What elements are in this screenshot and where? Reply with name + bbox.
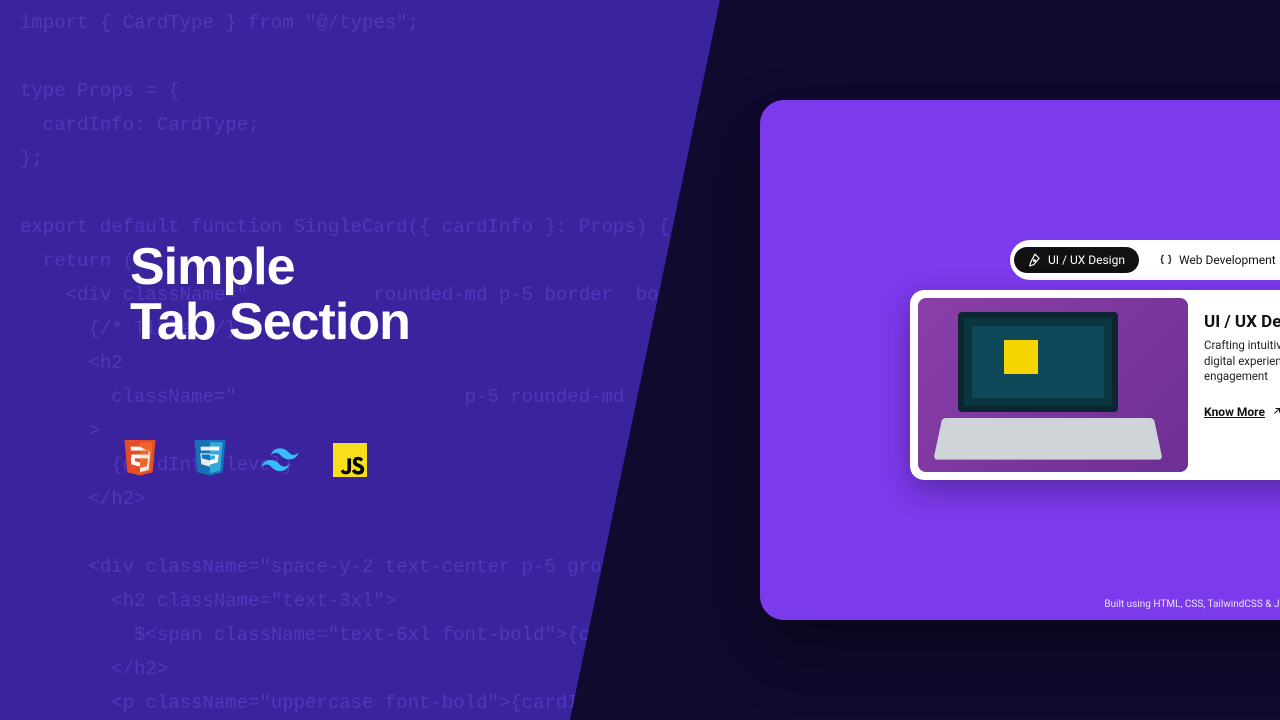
headline-line-2: Tab Section: [130, 295, 410, 350]
preview-window: UI / UX Design Web Development: [760, 100, 1280, 620]
tab-web-dev[interactable]: Web Development: [1145, 247, 1280, 273]
pen-nib-icon: [1028, 253, 1042, 267]
content-card: UI / UX Des Crafting intuitive, u digita…: [910, 290, 1280, 480]
laptop-base: [933, 418, 1162, 460]
tailwind-icon: [260, 440, 300, 480]
preview-footer: Built using HTML, CSS, TailwindCSS & JS.…: [760, 599, 1280, 610]
know-more-label: Know More: [1204, 405, 1265, 419]
cover-canvas: import { CardType } from "@/types"; type…: [0, 0, 1280, 720]
card-title: UI / UX Des: [1204, 312, 1280, 332]
javascript-icon: [330, 440, 370, 480]
tab-ui-ux[interactable]: UI / UX Design: [1014, 247, 1139, 273]
know-more-link[interactable]: Know More: [1204, 405, 1280, 420]
tab-label: UI / UX Design: [1048, 253, 1125, 267]
left-panel: import { CardType } from "@/types"; type…: [0, 0, 720, 720]
html5-icon: [120, 440, 160, 480]
card-body: UI / UX Des Crafting intuitive, u digita…: [1188, 298, 1280, 472]
card-image: [918, 298, 1188, 472]
arrow-icon: [1271, 405, 1280, 420]
headline-line-1: Simple: [130, 240, 410, 295]
tab-label: Web Development: [1179, 253, 1276, 267]
headline: Simple Tab Section: [130, 240, 410, 349]
laptop-screen: [958, 312, 1118, 412]
card-description: Crafting intuitive, u digital experience…: [1204, 338, 1280, 385]
footer-text: Built using HTML, CSS, TailwindCSS & JS.: [1104, 599, 1280, 610]
code-background: import { CardType } from "@/types"; type…: [0, 0, 720, 720]
tabs-pill: UI / UX Design Web Development: [1010, 240, 1280, 280]
css3-icon: [190, 440, 230, 480]
tech-logos-row: [120, 440, 370, 480]
braces-icon: [1159, 253, 1173, 267]
